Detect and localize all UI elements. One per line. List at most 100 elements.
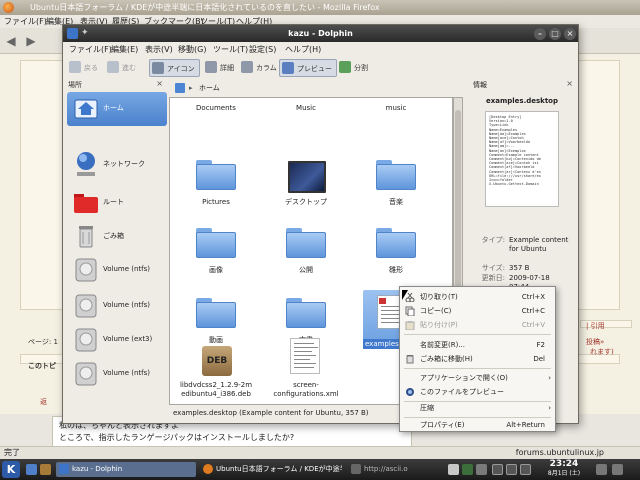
- menu-settings[interactable]: 設定(S): [249, 42, 276, 57]
- places-panel: 場所 × ホーム ネットワーク ルート ごみ箱 Volume (ntfs) Vo…: [65, 79, 167, 412]
- menu-file[interactable]: ファイル(F): [69, 42, 112, 57]
- place-home[interactable]: ホーム: [67, 92, 167, 126]
- folder-icon[interactable]: [376, 228, 416, 258]
- chevron-right-icon: ›: [548, 374, 551, 382]
- folder-icon[interactable]: [196, 160, 236, 190]
- hard-disk-icon: [73, 360, 99, 388]
- details-view-button[interactable]: 詳細: [203, 59, 234, 77]
- firefox-icon: [3, 2, 14, 13]
- panel-close-icon[interactable]: ×: [566, 79, 573, 88]
- details-view-icon: [205, 61, 217, 73]
- folder-icon[interactable]: [196, 228, 236, 258]
- clock[interactable]: 23:24 8月1日 (土): [540, 460, 588, 478]
- breadcrumb[interactable]: ▸ ホーム: [169, 81, 459, 95]
- chevron-right-icon: ▸: [189, 84, 193, 92]
- network-status-icon[interactable]: [462, 464, 473, 475]
- menu-move-to-trash[interactable]: ごみ箱に移動(H) Del: [400, 352, 555, 366]
- close-icon[interactable]: ×: [564, 28, 576, 40]
- forward-arrow-icon[interactable]: ▶: [24, 34, 38, 48]
- quote-line: ところで、指示したランゲージパックはインストールしましたか?: [59, 433, 295, 442]
- minimize-icon[interactable]: –: [534, 28, 546, 40]
- hard-disk-icon: [73, 292, 99, 320]
- network-icon: [73, 150, 99, 178]
- menu-rename[interactable]: 名前変更(R)... F2: [400, 338, 555, 352]
- home-icon[interactable]: [175, 83, 185, 93]
- trash-icon: [73, 222, 99, 250]
- menu-properties[interactable]: プロパティ(E) Alt+Return: [400, 418, 555, 432]
- power-icon[interactable]: [612, 464, 623, 475]
- pager-desktop-2[interactable]: [506, 464, 517, 475]
- place-volume-ntfs-1[interactable]: Volume (ntfs): [67, 254, 167, 288]
- place-root[interactable]: ルート: [67, 186, 167, 220]
- search-icon: [351, 464, 361, 474]
- columns-view-button[interactable]: カラム: [239, 59, 277, 77]
- columns-view-icon: [241, 61, 253, 73]
- folder-icon[interactable]: [196, 298, 236, 328]
- copy-icon: [405, 306, 415, 317]
- pager-desktop-3[interactable]: [520, 464, 531, 475]
- info-preview: [Desktop Entry] Version=1.0 Type=Link Name=…: [485, 111, 559, 207]
- hard-disk-icon: [73, 326, 99, 354]
- panel-close-icon[interactable]: ×: [156, 79, 163, 88]
- taskbar-url-field[interactable]: http://ascii.o: [348, 462, 444, 477]
- kde-menu-icon[interactable]: K: [2, 461, 20, 478]
- place-volume-ntfs-3[interactable]: Volume (ntfs): [67, 358, 167, 392]
- menu-view[interactable]: 表示(V): [145, 42, 173, 57]
- menu-preview-file[interactable]: このファイルをプレビュー: [400, 385, 555, 399]
- desktop-folder-icon[interactable]: [288, 161, 326, 193]
- quote-link[interactable]: | 引用: [586, 321, 605, 331]
- info-filename: examples.desktop: [485, 97, 558, 105]
- deb-package-icon[interactable]: DEB: [202, 346, 232, 376]
- preview-button[interactable]: プレビュー: [279, 59, 337, 77]
- icons-view-button[interactable]: アイコン: [149, 59, 200, 77]
- split-icon: [339, 61, 351, 73]
- place-network[interactable]: ネットワーク: [67, 148, 167, 182]
- mouse-cursor-icon: [402, 290, 408, 300]
- menu-edit[interactable]: 編集(E): [111, 42, 138, 57]
- folder-icon[interactable]: [286, 228, 326, 258]
- firefox-icon: [203, 464, 213, 474]
- file-manager-icon[interactable]: [40, 464, 51, 475]
- task-firefox[interactable]: Ubuntu日本語フォーラム / KDEが中途半端: [200, 462, 342, 477]
- split-button[interactable]: 分割: [337, 59, 368, 77]
- forward-icon: [107, 61, 119, 73]
- menu-compress[interactable]: 圧縮 ›: [400, 401, 555, 415]
- clipboard-icon[interactable]: [448, 464, 459, 475]
- place-trash[interactable]: ごみ箱: [67, 220, 167, 254]
- post-link[interactable]: 投稿»: [586, 337, 604, 347]
- back-button[interactable]: 戻る: [67, 59, 98, 77]
- xml-file-icon[interactable]: [290, 338, 320, 374]
- breadcrumb-home[interactable]: ホーム: [199, 81, 220, 95]
- place-volume-ntfs-2[interactable]: Volume (ntfs): [67, 290, 167, 324]
- menu-copy[interactable]: コピー(C) Ctrl+C: [400, 304, 555, 318]
- dolphin-titlebar[interactable]: ✦ kazu - Dolphin – □ ×: [63, 25, 578, 42]
- post-note: れます): [590, 348, 614, 356]
- ff-menu-file[interactable]: ファイル(F): [4, 15, 47, 28]
- pager-desktop-1[interactable]: [492, 464, 503, 475]
- back-arrow-icon[interactable]: ◀: [4, 34, 18, 48]
- info-header: 情報: [473, 81, 487, 89]
- maximize-icon[interactable]: □: [549, 28, 561, 40]
- firefox-statusbar: 完了 forums.ubuntulinux.jp: [0, 446, 640, 459]
- chevron-right-icon: ›: [548, 404, 551, 412]
- menu-paste[interactable]: 貼り付け(P) Ctrl+V: [400, 318, 555, 332]
- folder-icon[interactable]: [286, 298, 326, 328]
- scrollbar-thumb[interactable]: [455, 110, 461, 310]
- menu-go[interactable]: 移動(G): [178, 42, 206, 57]
- status-text: 完了: [4, 448, 20, 457]
- menu-open-with[interactable]: アプリケーションで開く(O) ›: [400, 371, 555, 385]
- desktop-icon[interactable]: [26, 464, 37, 475]
- trash-icon: [405, 354, 415, 364]
- task-dolphin[interactable]: kazu - Dolphin: [56, 462, 196, 477]
- lock-icon[interactable]: [596, 464, 607, 475]
- menu-tools[interactable]: ツール(T): [213, 42, 248, 57]
- forum-reply-label: 返: [40, 398, 47, 406]
- folder-icon[interactable]: [376, 160, 416, 190]
- menu-cut[interactable]: 切り取り(T) Ctrl+X: [400, 290, 555, 304]
- place-volume-ext3[interactable]: Volume (ext3): [67, 324, 167, 358]
- menu-help[interactable]: ヘルプ(H): [285, 42, 321, 57]
- firefox-title: Ubuntu日本語フォーラム / KDEが中途半端に日本語化されているのを直した…: [30, 3, 380, 12]
- preview-icon: [282, 62, 294, 74]
- forward-button[interactable]: 進む: [105, 59, 136, 77]
- volume-icon[interactable]: [476, 464, 487, 475]
